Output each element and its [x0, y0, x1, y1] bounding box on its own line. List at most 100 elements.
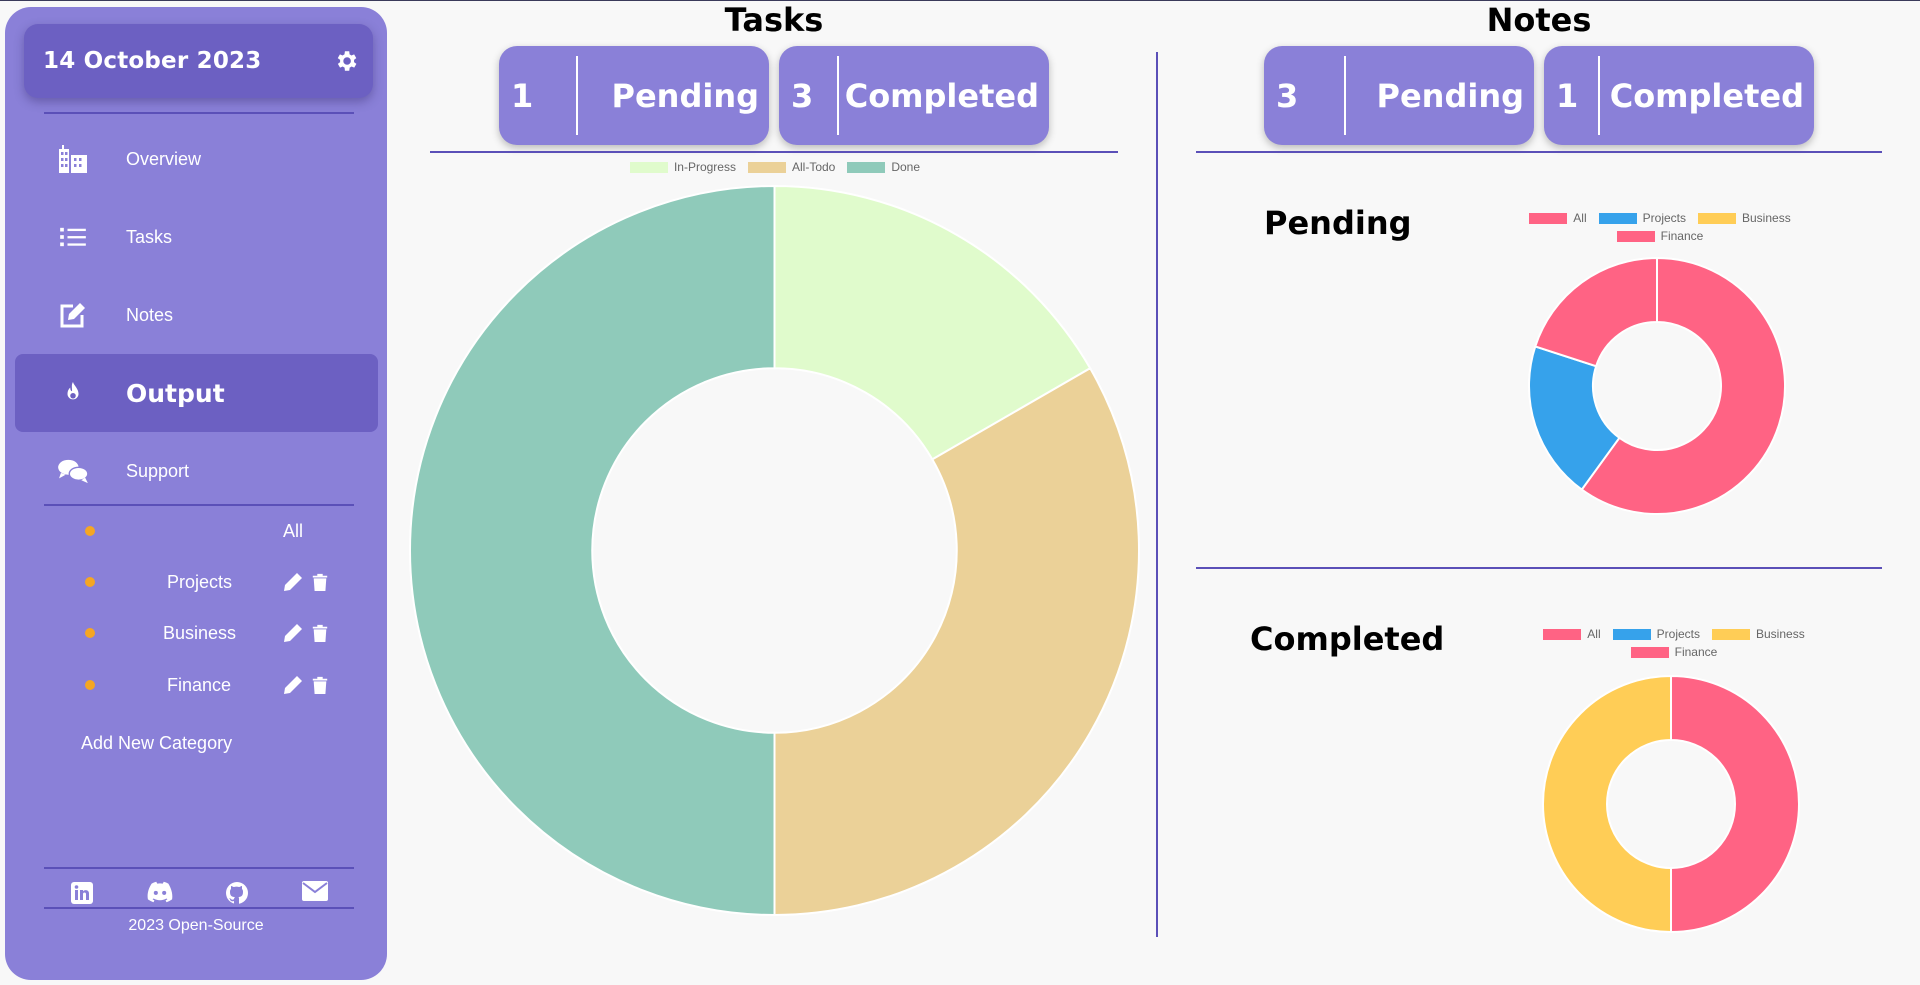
tasks-pending-card[interactable]: 1 Pending — [499, 46, 769, 145]
fire-icon — [57, 378, 89, 408]
nav-label: Notes — [126, 304, 174, 325]
list-icon — [57, 222, 89, 252]
nav-label: Tasks — [126, 226, 173, 247]
category-business[interactable]: Business — [45, 615, 345, 651]
legend-label: All — [1587, 627, 1601, 641]
slice-done[interactable] — [409, 184, 776, 917]
current-date: 14 October 2023 — [43, 48, 262, 74]
legend-swatch — [1543, 628, 1582, 640]
notes-completed-title: Completed — [1250, 620, 1445, 658]
tasks-completed-count: 3 — [791, 76, 814, 115]
notes-completed-legend: All Projects Business Finance — [1514, 627, 1834, 659]
legend-item[interactable]: Projects — [1612, 627, 1700, 641]
legend-label: All — [1573, 211, 1587, 225]
nav-label: Output — [126, 378, 225, 408]
category-actions — [283, 623, 331, 643]
divider — [44, 504, 354, 506]
tasks-doughnut-chart — [409, 184, 1140, 917]
slice-all[interactable] — [1670, 674, 1800, 934]
legend-swatch — [1529, 212, 1568, 224]
sidebar: 14 October 2023 Overview Tasks Notes Out… — [5, 7, 387, 980]
trash-icon[interactable] — [311, 675, 331, 695]
legend-item[interactable]: In-Progress — [629, 160, 736, 174]
nav-label: Overview — [126, 148, 202, 169]
notes-completed-card[interactable]: 1 Completed — [1544, 46, 1814, 145]
slice-finance[interactable] — [1534, 256, 1658, 368]
legend-label: Finance — [1660, 229, 1704, 243]
legend-item[interactable]: All — [1543, 627, 1601, 641]
notes-completed-doughnut-chart — [1542, 674, 1800, 934]
pencil-icon[interactable] — [283, 623, 303, 643]
card-separator — [837, 56, 839, 135]
category-projects[interactable]: Projects — [45, 564, 345, 600]
category-label: All — [283, 520, 304, 541]
tasks-divider — [430, 151, 1118, 153]
discord-icon[interactable] — [147, 881, 173, 907]
slice-all-todo[interactable] — [773, 366, 1140, 917]
notes-pending-count: 3 — [1276, 76, 1299, 115]
legend-item[interactable]: Finance — [1630, 645, 1718, 659]
notes-pending-label: Pending — [1376, 76, 1525, 115]
building-icon — [57, 144, 89, 174]
notes-mid-divider — [1196, 567, 1882, 569]
category-dot — [85, 680, 95, 690]
slice-business[interactable] — [1542, 674, 1672, 934]
pencil-icon[interactable] — [283, 572, 303, 592]
category-all[interactable]: All — [45, 513, 345, 549]
notes-completed-label: Completed — [1609, 76, 1804, 115]
tasks-pending-count: 1 — [511, 76, 534, 115]
divider — [44, 112, 354, 114]
trash-icon[interactable] — [311, 572, 331, 592]
notes-divider — [1196, 151, 1882, 153]
pencil-icon[interactable] — [283, 675, 303, 695]
legend-item[interactable]: Projects — [1598, 211, 1686, 225]
nav-output[interactable]: Output — [15, 354, 378, 432]
legend-label: Business — [1742, 211, 1791, 225]
divider — [44, 907, 354, 909]
legend-swatch — [1616, 230, 1655, 242]
trash-icon[interactable] — [311, 623, 331, 643]
legend-swatch — [747, 161, 786, 173]
tasks-title: Tasks — [724, 1, 824, 39]
legend-item[interactable]: All — [1529, 211, 1587, 225]
category-label: Finance — [167, 674, 232, 695]
legend-swatch — [1712, 628, 1750, 640]
category-dot — [85, 577, 95, 587]
notes-pending-card[interactable]: 3 Pending — [1264, 46, 1534, 145]
category-label: Business — [163, 622, 237, 643]
legend-item[interactable]: Business — [1698, 211, 1791, 225]
gear-icon[interactable] — [333, 48, 359, 74]
legend-item[interactable]: Done — [847, 160, 920, 174]
add-category-link[interactable]: Add New Category — [81, 733, 232, 754]
legend-item[interactable]: All-Todo — [747, 160, 835, 174]
footer-text: 2023 Open-Source — [128, 917, 264, 934]
legend-label: Projects — [1642, 211, 1686, 225]
category-finance[interactable]: Finance — [45, 667, 345, 703]
tasks-chart-legend: In-Progress All-Todo Done — [560, 160, 990, 174]
nav-tasks[interactable]: Tasks — [15, 198, 378, 276]
notes-title: Notes — [1486, 1, 1592, 39]
comments-icon — [57, 456, 89, 486]
legend-label: Business — [1756, 627, 1805, 641]
edit-icon — [57, 300, 89, 330]
legend-swatch — [1630, 646, 1669, 658]
mail-icon[interactable] — [302, 881, 329, 907]
tasks-completed-card[interactable]: 3 Completed — [779, 46, 1049, 145]
notes-completed-count: 1 — [1556, 76, 1579, 115]
legend-item[interactable]: Business — [1712, 627, 1805, 641]
category-actions — [283, 572, 331, 592]
nav-notes[interactable]: Notes — [15, 276, 378, 354]
legend-label: In-Progress — [673, 160, 736, 174]
legend-item[interactable]: Finance — [1616, 229, 1704, 243]
nav-support[interactable]: Support — [15, 432, 378, 510]
notes-pending-title: Pending — [1264, 204, 1412, 242]
legend-swatch — [847, 161, 886, 173]
linkedin-icon[interactable] — [70, 881, 96, 907]
legend-swatch — [629, 161, 668, 173]
card-separator — [576, 56, 578, 135]
legend-label: Finance — [1674, 645, 1718, 659]
notes-pending-doughnut-chart — [1528, 256, 1786, 515]
nav-overview[interactable]: Overview — [15, 120, 378, 198]
github-icon[interactable] — [225, 881, 251, 907]
nav-label: Support — [126, 460, 190, 481]
